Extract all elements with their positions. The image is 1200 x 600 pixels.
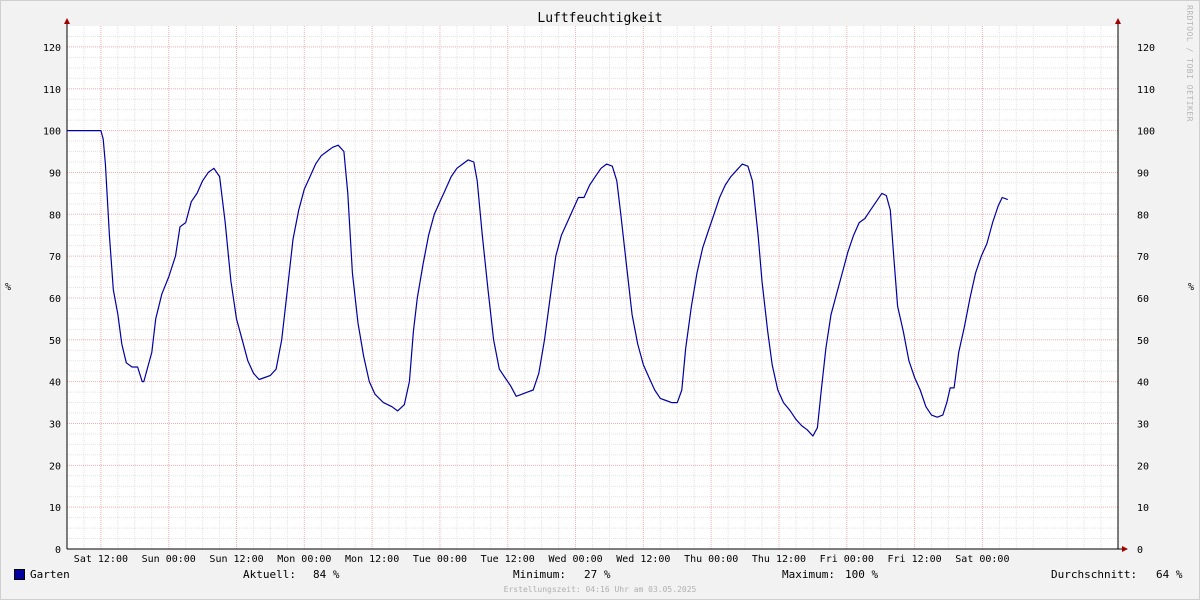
x-tick-label: Thu 00:00 bbox=[684, 554, 738, 565]
legend-bar: Garten Aktuell: 84 % Minimum: 27 % Maxim… bbox=[0, 566, 1200, 584]
stat-maximum-value: 100 % bbox=[845, 568, 879, 581]
y-tick-label-right: 30 bbox=[1137, 419, 1149, 430]
y-tick-label-right: 80 bbox=[1137, 210, 1149, 221]
y-tick-label-left: 20 bbox=[49, 461, 61, 472]
y-tick-label-left: 80 bbox=[49, 210, 61, 221]
y-tick-label-left: 50 bbox=[49, 336, 61, 347]
y-tick-label-right: 40 bbox=[1137, 378, 1149, 389]
stat-maximum-label: Maximum: bbox=[782, 568, 835, 581]
legend-series-name: Garten bbox=[30, 568, 70, 581]
y-tick-label-right: 70 bbox=[1137, 252, 1149, 263]
legend-swatch bbox=[14, 569, 25, 580]
y-tick-label-left: 10 bbox=[49, 503, 61, 514]
y-axis-arrow-left bbox=[64, 18, 70, 24]
x-tick-label: Sun 00:00 bbox=[142, 554, 196, 565]
y-tick-label-left: 40 bbox=[49, 378, 61, 389]
x-tick-label: Wed 12:00 bbox=[616, 554, 670, 565]
y-tick-label-left: 110 bbox=[43, 85, 61, 96]
x-tick-label: Thu 12:00 bbox=[752, 554, 806, 565]
y-tick-label-right: 60 bbox=[1137, 294, 1149, 305]
x-tick-label: Sat 12:00 bbox=[74, 554, 128, 565]
stat-aktuell-label: Aktuell: bbox=[243, 568, 296, 581]
y-tick-label-right: 50 bbox=[1137, 336, 1149, 347]
stat-minimum-label: Minimum: bbox=[513, 568, 566, 581]
stat-aktuell-value: 84 % bbox=[313, 568, 340, 581]
y-tick-label-right: 110 bbox=[1137, 85, 1155, 96]
y-tick-label-left: 0 bbox=[55, 545, 61, 556]
x-tick-label: Fri 00:00 bbox=[820, 554, 874, 565]
y-tick-label-right: 0 bbox=[1137, 545, 1143, 556]
y-tick-label-right: 120 bbox=[1137, 43, 1155, 54]
x-tick-label: Wed 00:00 bbox=[548, 554, 602, 565]
y-tick-label-left: 90 bbox=[49, 168, 61, 179]
x-tick-label: Sat 00:00 bbox=[955, 554, 1009, 565]
stat-durchschnitt-value: 64 % bbox=[1156, 568, 1183, 581]
stat-durchschnitt-label: Durchschnitt: bbox=[1051, 568, 1138, 581]
x-tick-label: Sun 12:00 bbox=[209, 554, 263, 565]
stat-minimum-value: 27 % bbox=[584, 568, 611, 581]
x-tick-label: Fri 12:00 bbox=[887, 554, 941, 565]
y-tick-label-left: 60 bbox=[49, 294, 61, 305]
y-tick-label-left: 30 bbox=[49, 419, 61, 430]
x-tick-label: Tue 00:00 bbox=[413, 554, 467, 565]
y-tick-label-left: 100 bbox=[43, 127, 61, 138]
x-tick-label: Tue 12:00 bbox=[481, 554, 535, 565]
y-tick-label-left: 120 bbox=[43, 43, 61, 54]
x-tick-label: Mon 12:00 bbox=[345, 554, 399, 565]
y-tick-label-left: 70 bbox=[49, 252, 61, 263]
y-tick-label-right: 90 bbox=[1137, 168, 1149, 179]
y-tick-label-right: 100 bbox=[1137, 127, 1155, 138]
y-tick-label-right: 20 bbox=[1137, 461, 1149, 472]
y-axis-arrow-right bbox=[1115, 18, 1121, 24]
creation-timestamp: Erstellungszeit: 04:16 Uhr am 03.05.2025 bbox=[503, 585, 697, 594]
x-axis-arrow bbox=[1122, 546, 1128, 552]
x-tick-label: Mon 00:00 bbox=[277, 554, 331, 565]
humidity-chart: 0 0 10 10 20 20 30 30 40 40 50 50 60 60 70 70 80 80 90 90 10… bbox=[43, 18, 1155, 565]
y-tick-label-right: 10 bbox=[1137, 503, 1149, 514]
